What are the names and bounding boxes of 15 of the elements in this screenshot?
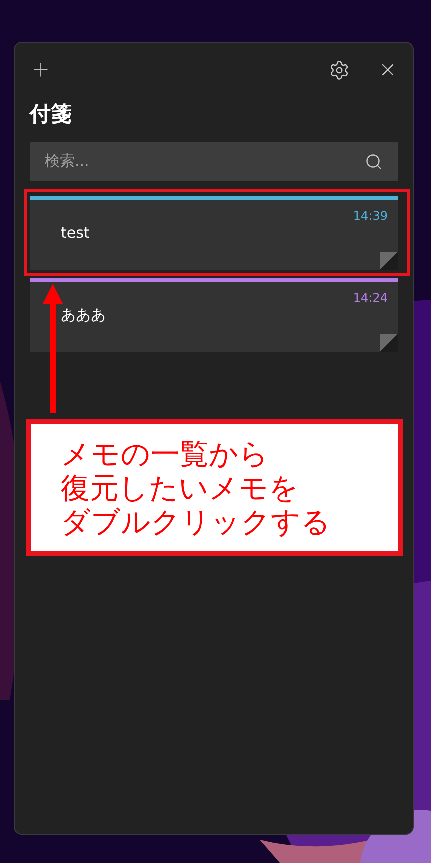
settings-icon [329,60,350,80]
corner-fold-icon [380,334,398,352]
note-card[interactable]: 14:24 あああ [30,278,398,352]
search-field[interactable]: 検索... [30,142,398,181]
window-title: 付箋 [30,101,72,128]
note-text: test [60,223,90,243]
note-text: あああ [60,305,106,325]
search-icon [365,152,383,170]
arrow-icon [43,284,63,413]
corner-fold-icon [380,252,398,270]
search-input[interactable]: 検索... [45,150,365,173]
callout-text: メモの一覧から 復元したいメモを ダブルクリックする [61,436,331,538]
note-time: 14:24 [353,291,388,305]
note-card[interactable]: 14:39 test [30,196,398,270]
note-time: 14:39 [353,209,388,223]
